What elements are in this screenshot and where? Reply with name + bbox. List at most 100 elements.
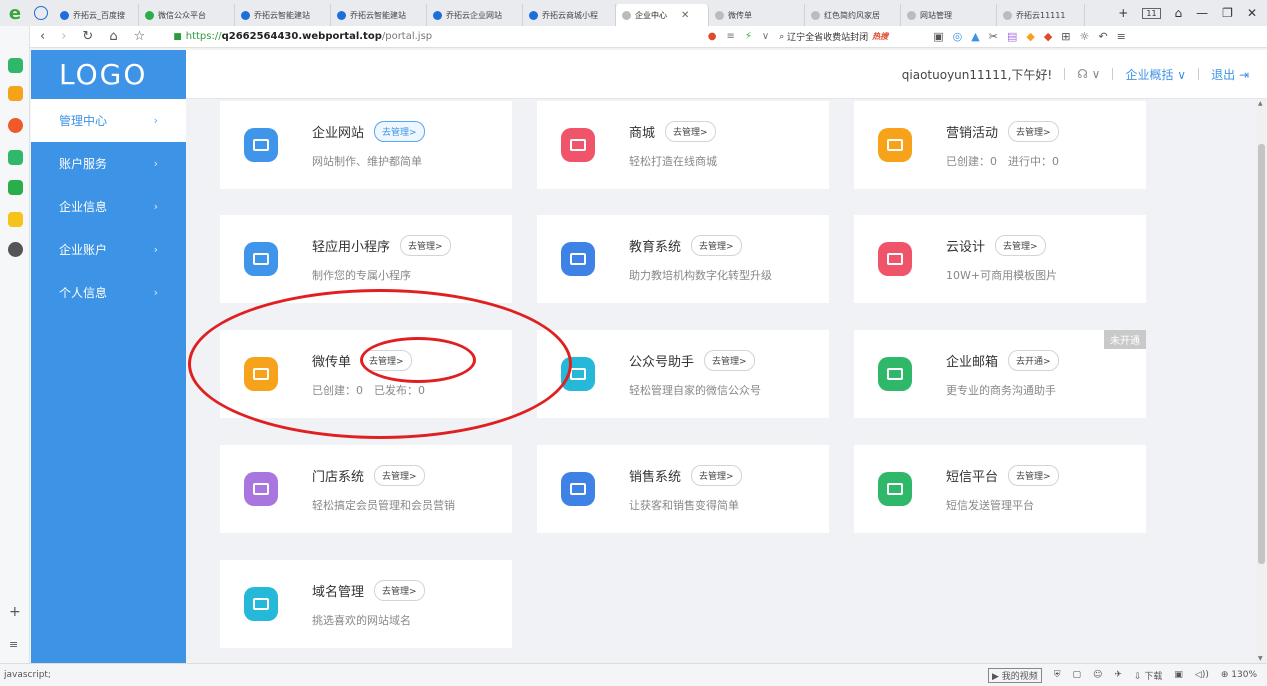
zoom-level[interactable]: ⊕ 130% — [1221, 670, 1257, 680]
manage-button[interactable]: 去管理> — [1008, 465, 1059, 486]
manage-button[interactable]: 去管理> — [374, 121, 425, 142]
rail-game-icon[interactable] — [8, 212, 23, 227]
browser-tab[interactable]: 微信公众平台 — [139, 4, 235, 26]
enterprise-overview-link[interactable]: 企业概括 ∨ — [1125, 66, 1186, 83]
rail-weibo-icon[interactable] — [8, 118, 23, 133]
browser-tab[interactable]: 微传单 — [709, 4, 805, 26]
service-card[interactable]: 云设计 去管理> 10W+可商用模板图片 — [854, 215, 1146, 303]
url-input[interactable]: ■ https:// q2662564430.webportal.top /po… — [165, 28, 779, 46]
service-card[interactable]: 公众号助手 去管理> 轻松管理自家的微信公众号 — [537, 330, 829, 418]
manage-button[interactable]: 去管理> — [374, 465, 425, 486]
menu-item[interactable]: 账户服务 › — [31, 142, 186, 185]
tab-count-badge[interactable]: 11 — [1142, 7, 1161, 19]
service-card[interactable]: 营销活动 去管理> 已创建：0 进行中：0 — [854, 101, 1146, 189]
minimize-button[interactable]: — — [1196, 6, 1208, 20]
browser-tab[interactable]: 企业中心 ✕ — [616, 4, 709, 26]
chevron-down-icon[interactable]: ∨ — [762, 31, 769, 42]
window-icon[interactable]: ▢ — [1073, 670, 1082, 680]
undo-icon[interactable]: ↶ — [1098, 30, 1107, 43]
extension-icon[interactable]: ▲ — [971, 30, 979, 43]
extension-icon[interactable]: ◆ — [1026, 30, 1034, 43]
volume-icon[interactable]: ◁)) — [1195, 670, 1209, 680]
navigation-icon[interactable] — [34, 6, 48, 20]
download-button[interactable]: ⇩ 下载 — [1134, 669, 1162, 682]
speed-icon[interactable]: ✈ — [1114, 670, 1122, 680]
manage-button[interactable]: 去开通> — [1008, 350, 1059, 371]
service-card[interactable]: 门店系统 去管理> 轻松搞定会员管理和会员营销 — [220, 445, 512, 533]
service-card[interactable]: 域名管理 去管理> 挑选喜欢的网站域名 — [220, 560, 512, 648]
grid-icon[interactable]: ⊞ — [1061, 30, 1070, 43]
rail-app-icon[interactable] — [8, 58, 23, 73]
service-card[interactable]: 销售系统 去管理> 让获客和销售变得简单 — [537, 445, 829, 533]
menu-item[interactable]: 企业账户 › — [31, 228, 186, 271]
manage-button[interactable]: 去管理> — [704, 350, 755, 371]
manage-button[interactable]: 去管理> — [691, 465, 742, 486]
manage-button[interactable]: 去管理> — [995, 235, 1046, 256]
menu-item[interactable]: 个人信息 › — [31, 271, 186, 314]
scroll-up-icon[interactable]: ▲ — [1258, 100, 1263, 107]
browser-side-rail: + ≡ — [0, 26, 30, 666]
manage-button[interactable]: 去管理> — [665, 121, 716, 142]
logout-link[interactable]: 退出 ⇥ — [1211, 66, 1249, 83]
rail-cloud-icon[interactable] — [8, 180, 23, 195]
manage-button[interactable]: 去管理> — [691, 235, 742, 256]
rail-favorites-icon[interactable] — [8, 86, 23, 101]
scissors-icon[interactable]: ✂ — [989, 30, 998, 43]
rail-add-icon[interactable]: + — [9, 604, 21, 620]
scroll-down-icon[interactable]: ▼ — [1258, 655, 1263, 662]
service-title: 门店系统 — [312, 470, 365, 485]
extension-icon[interactable]: ◆ — [1044, 30, 1052, 43]
tab-close-icon[interactable]: ✕ — [681, 10, 689, 21]
new-tab-button[interactable]: + — [1118, 6, 1128, 20]
browser-tab[interactable]: 乔拓云企业网站 — [427, 4, 523, 26]
rail-menu-icon[interactable]: ≡ — [9, 638, 18, 651]
service-card[interactable]: 企业网站 去管理> 网站制作、维护都简单 — [220, 101, 512, 189]
extension-icon[interactable]: ◎ — [953, 30, 963, 43]
face-icon[interactable]: ☺ — [1093, 670, 1102, 680]
restore-button[interactable]: ❐ — [1222, 6, 1233, 20]
browser-tab[interactable]: 红色简约风家居 — [805, 4, 901, 26]
extension-icon[interactable]: ▤ — [1007, 30, 1017, 43]
home-icon[interactable]: ⌂ — [109, 29, 117, 44]
service-card[interactable]: 商城 去管理> 轻松打造在线商城 — [537, 101, 829, 189]
browser-tab[interactable]: 乔拓云智能建站 — [331, 4, 427, 26]
refresh-icon[interactable]: ↻ — [82, 29, 93, 44]
back-icon[interactable]: ‹ — [40, 29, 45, 44]
browser-tab[interactable]: 乔拓云_百度搜 — [54, 4, 139, 26]
manage-button[interactable]: 去管理> — [374, 580, 425, 601]
star-icon[interactable]: ☆ — [134, 29, 146, 44]
shield-icon[interactable]: ⛨ — [1054, 670, 1061, 680]
service-card[interactable]: 短信平台 去管理> 短信发送管理平台 — [854, 445, 1146, 533]
service-card[interactable]: 教育系统 去管理> 助力教培机构数字化转型升级 — [537, 215, 829, 303]
lightning-icon[interactable]: ⚡ — [745, 31, 752, 42]
browser-tab[interactable]: 网站管理 — [901, 4, 997, 26]
manage-button[interactable]: 去管理> — [1008, 121, 1059, 142]
my-video-button[interactable]: ▶ 我的视频 — [987, 667, 1042, 683]
skin-icon[interactable]: ⌂ — [1175, 6, 1183, 20]
service-card[interactable]: 企业邮箱 去开通> 更专业的商务沟通助手 未开通 — [854, 330, 1146, 418]
manage-button[interactable]: 去管理> — [400, 235, 451, 256]
brightness-icon[interactable]: ☼ — [1080, 30, 1090, 43]
headset-icon[interactable]: ☊ ∨ — [1077, 67, 1100, 81]
reader-icon[interactable]: ≡ — [726, 31, 734, 42]
rail-panda-icon[interactable] — [8, 242, 23, 257]
forward-icon[interactable]: › — [61, 29, 66, 44]
menu-icon[interactable]: ≡ — [1117, 30, 1126, 43]
browser-tab[interactable]: 乔拓云11111 — [997, 4, 1085, 26]
search-input[interactable]: ⌕ 辽宁全省收费站封闭 热搜 — [779, 30, 927, 44]
close-window-button[interactable]: ✕ — [1247, 6, 1257, 20]
screenshot-icon[interactable]: ▣ — [1174, 670, 1183, 680]
manage-button[interactable]: 去管理> — [361, 350, 412, 371]
scrollbar-thumb[interactable] — [1258, 144, 1265, 564]
menu-item[interactable]: 企业信息 › — [31, 185, 186, 228]
browser-tab[interactable]: 乔拓云商城小程 — [523, 4, 616, 26]
rail-mail-icon[interactable] — [8, 150, 23, 165]
browser-tab[interactable]: 乔拓云智能建站 — [235, 4, 331, 26]
shield-icon[interactable]: ● — [708, 31, 717, 42]
scrollbar[interactable]: ▲ ▼ — [1256, 99, 1267, 663]
menu-item[interactable]: 管理中心 › — [31, 99, 186, 142]
tab-favicon-icon — [145, 10, 154, 20]
service-card[interactable]: 微传单 去管理> 已创建：0 已发布：0 — [220, 330, 512, 418]
service-card[interactable]: 轻应用小程序 去管理> 制作您的专属小程序 — [220, 215, 512, 303]
extension-icon[interactable]: ▣ — [933, 30, 943, 43]
